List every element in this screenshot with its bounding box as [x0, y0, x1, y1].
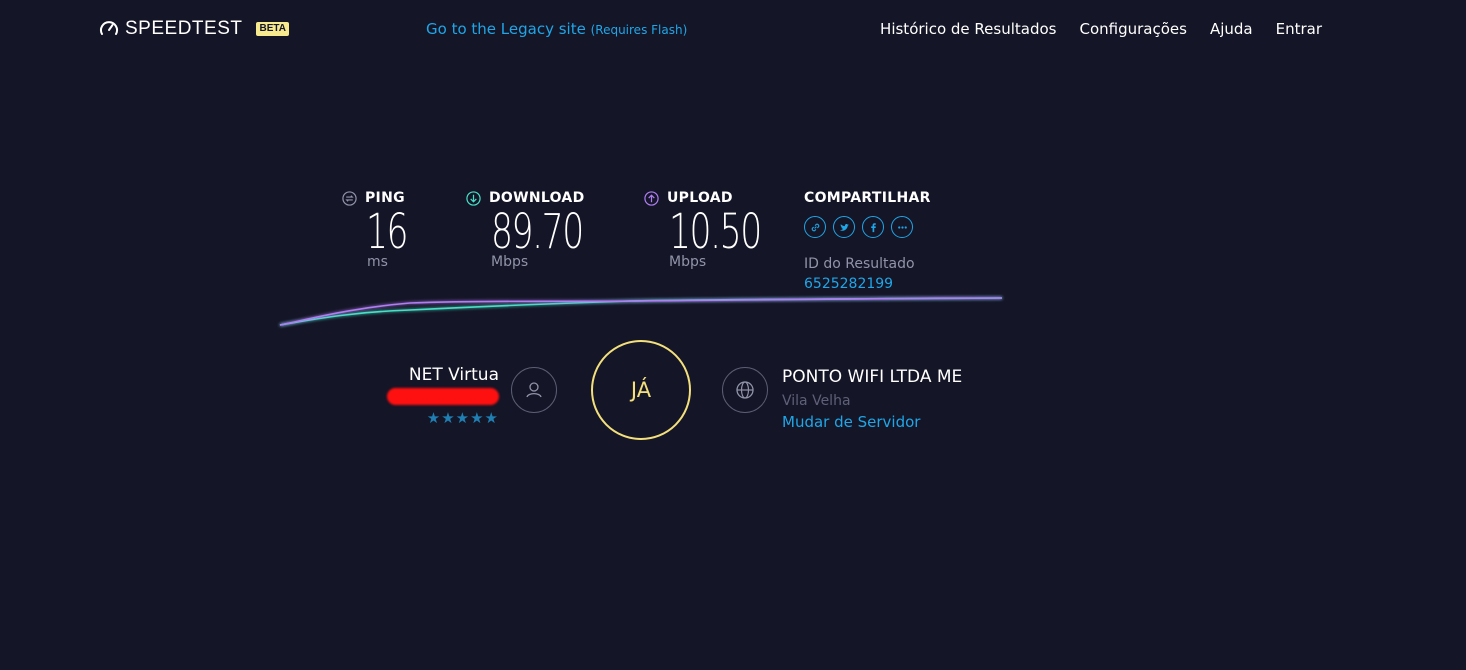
nav-results-history[interactable]: Histórico de Resultados	[880, 20, 1056, 38]
legacy-site-link[interactable]: Go to the Legacy site (Requires Flash)	[426, 20, 687, 38]
nav-settings[interactable]: Configurações	[1079, 20, 1186, 38]
ping-icon	[342, 190, 357, 206]
legacy-link-note: (Requires Flash)	[590, 23, 688, 37]
nav-help[interactable]: Ajuda	[1210, 20, 1253, 38]
speed-graph	[279, 297, 1003, 326]
share-title: COMPARTILHAR	[804, 190, 931, 206]
server-name: PONTO WIFI LTDA ME	[782, 367, 963, 387]
download-result: DOWNLOAD 89.70 Mbps	[466, 190, 618, 270]
upload-icon	[644, 190, 659, 206]
ping-result: PING 16 ms	[342, 190, 423, 270]
logo-text: SPEEDTEST	[125, 18, 243, 39]
result-id-label: ID do Resultado	[804, 256, 915, 272]
globe-icon[interactable]	[722, 367, 768, 413]
ping-value: 16	[366, 204, 409, 260]
isp-rating-stars[interactable]: ★★★★★	[382, 409, 499, 427]
isp-info: NET Virtua ★★★★★	[382, 365, 499, 427]
more-icon[interactable]	[891, 216, 913, 238]
beta-badge: BETA	[256, 22, 289, 36]
nav-login[interactable]: Entrar	[1276, 20, 1322, 38]
twitter-icon[interactable]	[833, 216, 855, 238]
share-panel: COMPARTILHAR ID do Resultado 6525282199	[804, 190, 931, 292]
download-icon	[466, 190, 481, 206]
download-value: 89.70	[491, 204, 584, 260]
link-icon[interactable]	[804, 216, 826, 238]
speedometer-icon	[100, 21, 118, 35]
go-button[interactable]: JÁ	[591, 340, 691, 440]
server-info: PONTO WIFI LTDA ME Vila Velha Mudar de S…	[782, 365, 982, 431]
user-icon[interactable]	[511, 367, 557, 413]
server-city: Vila Velha	[782, 393, 851, 409]
change-server-link[interactable]: Mudar de Servidor	[782, 413, 982, 431]
download-curve	[279, 297, 1003, 326]
speedtest-logo[interactable]: SPEEDTEST BETA	[99, 18, 289, 40]
isp-name: NET Virtua	[408, 365, 499, 385]
upload-result: UPLOAD 10.50 Mbps	[644, 190, 796, 270]
facebook-icon[interactable]	[862, 216, 884, 238]
redacted-ip	[387, 388, 499, 405]
top-nav: Histórico de Resultados Configurações Aj…	[880, 20, 1322, 38]
upload-value: 10.50	[669, 204, 762, 260]
legacy-link-text: Go to the Legacy site	[426, 20, 586, 38]
